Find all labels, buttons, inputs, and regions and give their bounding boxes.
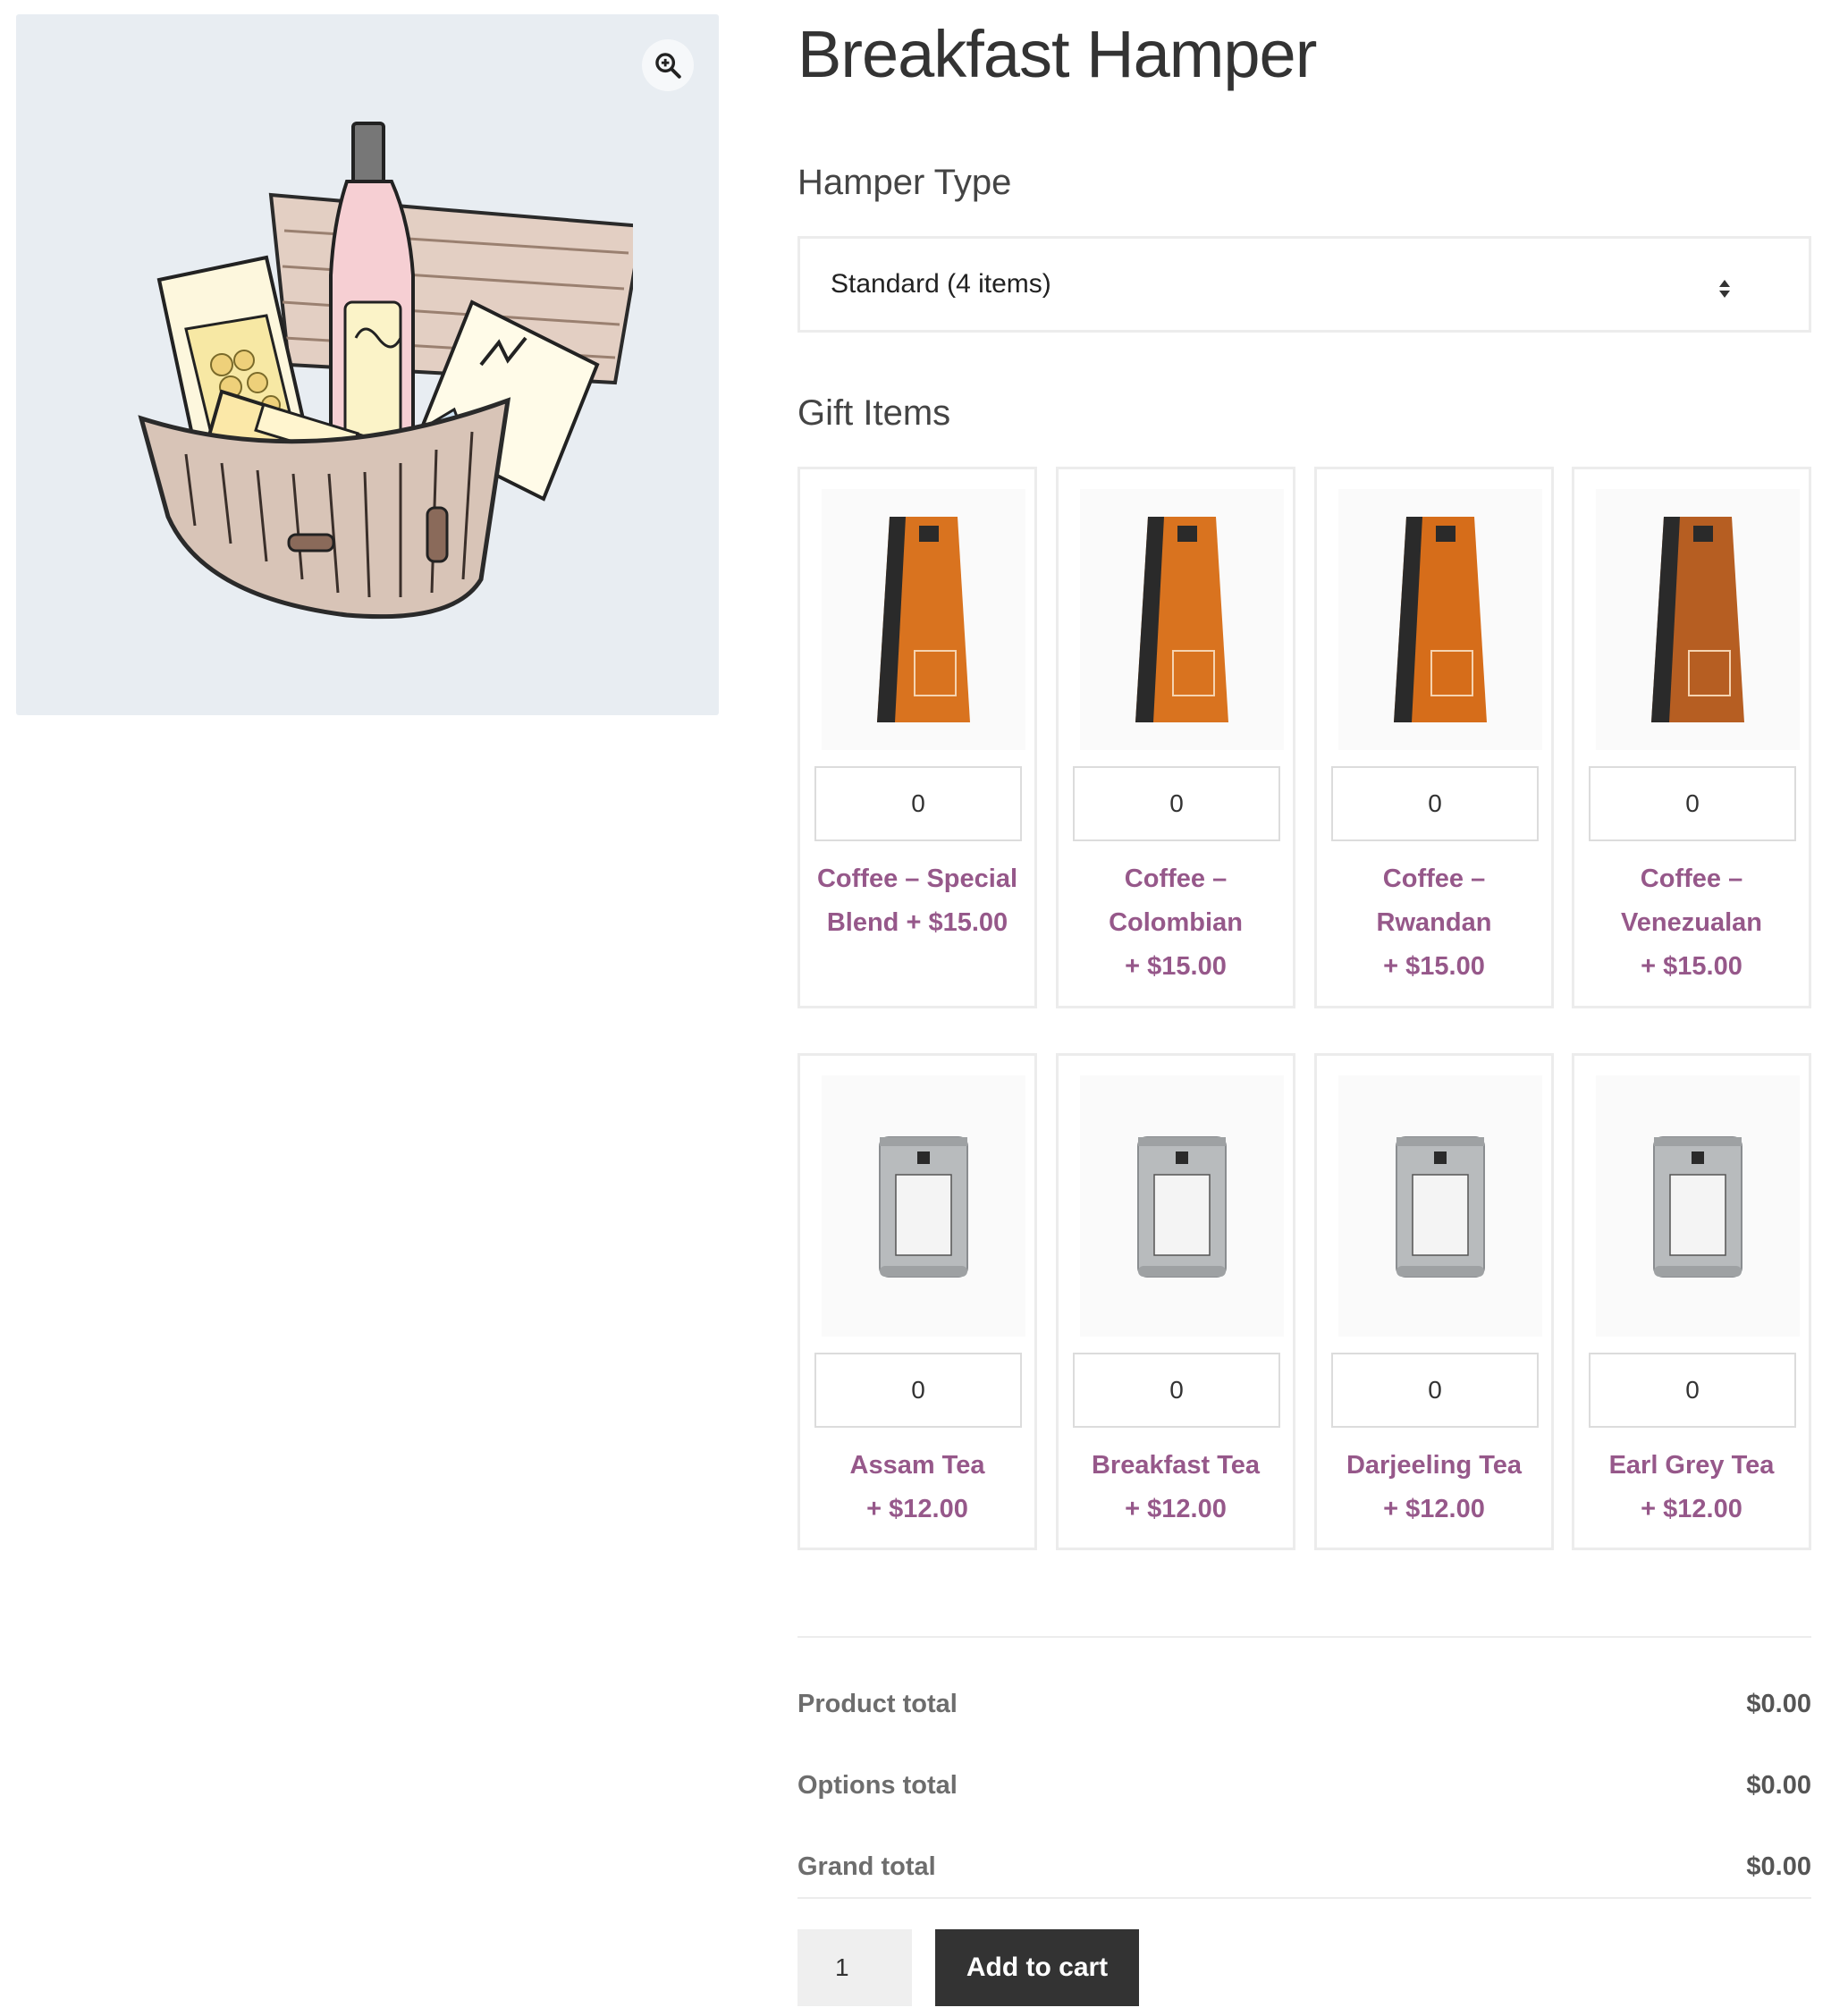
coffee-bag-icon xyxy=(1135,517,1228,722)
product-thumbnail xyxy=(1338,489,1542,750)
gift-item-card[interactable]: Coffee – Rwandan + $15.00 xyxy=(1314,467,1554,1008)
gift-item-card[interactable]: Earl Grey Tea + $12.00 xyxy=(1572,1053,1811,1550)
gift-item-card[interactable]: Coffee – Colombian + $15.00 xyxy=(1056,467,1295,1008)
item-price: + $12.00 xyxy=(1641,1495,1742,1523)
options-total-label: Options total xyxy=(797,1770,958,1800)
product-thumbnail xyxy=(1596,489,1800,750)
select-arrows-icon xyxy=(1719,280,1730,298)
quantity-input[interactable] xyxy=(1331,766,1539,841)
product-total-row: Product total $0.00 xyxy=(797,1686,1811,1722)
item-price: + $15.00 xyxy=(906,908,1008,937)
tea-tin-icon xyxy=(1137,1136,1227,1278)
options-total-row: Options total $0.00 xyxy=(797,1767,1811,1803)
product-title: Breakfast Hamper xyxy=(797,17,1317,91)
totals-table: Product total $0.00 Options total $0.00 … xyxy=(797,1636,1811,1899)
item-name: Coffee – Rwandan xyxy=(1376,865,1492,937)
tea-tin-icon xyxy=(1396,1136,1485,1278)
gift-item-name-link[interactable]: Coffee – Colombian + $15.00 xyxy=(1067,857,1284,989)
gift-item-name-link[interactable]: Darjeeling Tea + $12.00 xyxy=(1326,1444,1542,1531)
product-thumbnail xyxy=(822,489,1025,750)
zoom-button[interactable] xyxy=(642,39,694,91)
item-price: + $15.00 xyxy=(1383,952,1485,981)
item-price: + $12.00 xyxy=(1383,1495,1485,1523)
hamper-type-select[interactable]: Standard (4 items) xyxy=(797,236,1811,333)
quantity-input[interactable] xyxy=(1331,1353,1539,1428)
product-page: Breakfast Hamper Hamper Type Standard (4… xyxy=(0,0,1831,2016)
grand-total-value: $0.00 xyxy=(1746,1852,1811,1881)
coffee-bag-icon xyxy=(1651,517,1744,722)
quantity-input[interactable] xyxy=(1589,766,1796,841)
tea-tin-icon xyxy=(879,1136,968,1278)
item-price: + $12.00 xyxy=(1125,1495,1227,1523)
gift-item-card[interactable]: Assam Tea + $12.00 xyxy=(797,1053,1037,1550)
item-price: + $15.00 xyxy=(1125,952,1227,981)
coffee-bag-icon xyxy=(1394,517,1487,722)
item-name: Assam Tea xyxy=(849,1451,985,1480)
product-thumbnail xyxy=(1080,489,1284,750)
quantity-input[interactable] xyxy=(1589,1353,1796,1428)
divider xyxy=(797,1897,1811,1899)
quantity-input[interactable] xyxy=(1073,1353,1280,1428)
item-name: Darjeeling Tea xyxy=(1346,1451,1523,1480)
add-to-cart-button[interactable]: Add to cart xyxy=(935,1929,1139,2006)
product-total-label: Product total xyxy=(797,1689,958,1718)
product-thumbnail xyxy=(1338,1075,1542,1337)
grand-total-label: Grand total xyxy=(797,1852,936,1881)
gift-item-name-link[interactable]: Breakfast Tea + $12.00 xyxy=(1067,1444,1284,1531)
product-total-value: $0.00 xyxy=(1746,1689,1811,1718)
gift-item-card[interactable]: Coffee – Venezualan + $15.00 xyxy=(1572,467,1811,1008)
product-gallery[interactable] xyxy=(16,14,719,715)
item-price: + $15.00 xyxy=(1641,952,1742,981)
product-thumbnail xyxy=(822,1075,1025,1337)
hamper-image xyxy=(138,122,633,620)
hamper-type-selected-value: Standard (4 items) xyxy=(831,269,1051,299)
product-thumbnail xyxy=(1080,1075,1284,1337)
product-thumbnail xyxy=(1596,1075,1800,1337)
item-name: Coffee – Colombian xyxy=(1109,865,1243,937)
item-name: Earl Grey Tea xyxy=(1608,1451,1775,1480)
quantity-input[interactable] xyxy=(814,1353,1022,1428)
gift-item-card[interactable]: Darjeeling Tea + $12.00 xyxy=(1314,1053,1554,1550)
grand-total-row: Grand total $0.00 xyxy=(797,1849,1811,1885)
hamper-type-label: Hamper Type xyxy=(797,163,1012,202)
options-total-value: $0.00 xyxy=(1746,1770,1811,1800)
gift-item-name-link[interactable]: Earl Grey Tea + $12.00 xyxy=(1583,1444,1800,1531)
gift-item-name-link[interactable]: Coffee – Venezualan + $15.00 xyxy=(1583,857,1800,989)
gift-item-name-link[interactable]: Assam Tea + $12.00 xyxy=(809,1444,1025,1531)
tea-tin-icon xyxy=(1653,1136,1742,1278)
gift-item-name-link[interactable]: Coffee – Special Blend + $15.00 xyxy=(809,857,1025,945)
gift-item-card[interactable]: Coffee – Special Blend + $15.00 xyxy=(797,467,1037,1008)
coffee-bag-icon xyxy=(877,517,970,722)
zoom-in-icon xyxy=(655,53,681,79)
gift-items-label: Gift Items xyxy=(797,393,951,433)
item-name: Breakfast Tea xyxy=(1091,1451,1261,1480)
cart-quantity-input[interactable] xyxy=(797,1929,912,2006)
quantity-input[interactable] xyxy=(814,766,1022,841)
gift-item-name-link[interactable]: Coffee – Rwandan + $15.00 xyxy=(1326,857,1542,989)
item-price: + $12.00 xyxy=(866,1495,968,1523)
item-name: Coffee – Venezualan xyxy=(1621,865,1762,937)
gift-item-card[interactable]: Breakfast Tea + $12.00 xyxy=(1056,1053,1295,1550)
quantity-input[interactable] xyxy=(1073,766,1280,841)
